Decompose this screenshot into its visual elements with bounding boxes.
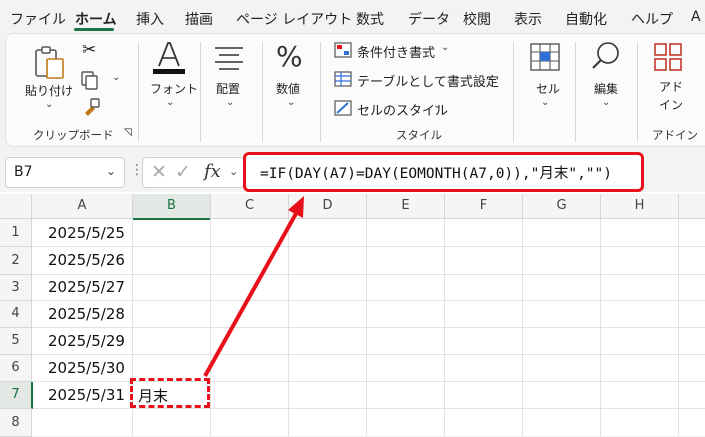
annotation-arrow (203, 196, 304, 377)
